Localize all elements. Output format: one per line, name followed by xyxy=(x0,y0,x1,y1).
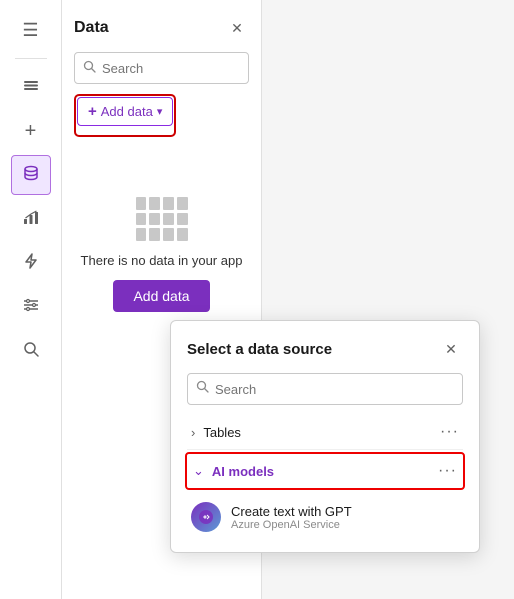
ai-models-source-item[interactable]: ⌄ AI models ··· xyxy=(185,452,465,490)
select-data-source-dialog: Select a data source ✕ › Tables ··· ⌄ xyxy=(170,320,480,553)
ai-models-label: AI models xyxy=(212,464,274,479)
empty-state: There is no data in your app Add data xyxy=(74,197,249,312)
grid-icon xyxy=(136,197,188,241)
menu-icon: ☰ xyxy=(22,20,38,41)
search-icon xyxy=(196,380,209,398)
sidebar-divider xyxy=(15,58,47,59)
empty-state-text: There is no data in your app xyxy=(81,253,243,268)
create-text-gpt-item[interactable]: Create text with GPT Azure OpenAI Servic… xyxy=(187,492,463,536)
database-icon xyxy=(21,163,41,188)
tables-more-icon[interactable]: ··· xyxy=(440,423,459,441)
sidebar-item-add[interactable]: + xyxy=(11,111,51,151)
add-data-label: Add data xyxy=(101,104,153,119)
close-icon: ✕ xyxy=(231,20,243,37)
tables-source-left: › Tables xyxy=(191,425,241,440)
dialog-title: Select a data source xyxy=(187,341,332,358)
gpt-icon xyxy=(191,502,221,532)
add-data-purple-button[interactable]: Add data xyxy=(113,280,209,312)
sidebar-item-search[interactable] xyxy=(11,331,51,371)
dialog-search-box[interactable] xyxy=(187,373,463,405)
sidebar: ☰ + xyxy=(0,0,62,599)
gpt-item-text: Create text with GPT Azure OpenAI Servic… xyxy=(231,504,352,531)
add-icon: + xyxy=(25,120,37,143)
close-icon: ✕ xyxy=(445,341,457,358)
gpt-item-title: Create text with GPT xyxy=(231,504,352,519)
dialog-header: Select a data source ✕ xyxy=(187,337,463,361)
lightning-icon xyxy=(21,251,41,276)
tables-label: Tables xyxy=(203,425,241,440)
search-icon xyxy=(22,340,40,363)
chevron-right-icon: › xyxy=(191,425,195,440)
chevron-down-icon: ⌄ xyxy=(193,463,204,479)
data-search-input[interactable] xyxy=(102,61,278,76)
gpt-item-subtitle: Azure OpenAI Service xyxy=(231,519,352,531)
dialog-close-button[interactable]: ✕ xyxy=(439,337,463,361)
panel-header: Data ✕ xyxy=(74,16,249,40)
search-icon xyxy=(83,60,96,76)
sidebar-item-settings[interactable] xyxy=(11,287,51,327)
sidebar-item-layers[interactable] xyxy=(11,67,51,107)
dialog-search-input[interactable] xyxy=(215,382,454,397)
layers-icon xyxy=(21,75,41,100)
ai-models-source-left: ⌄ AI models xyxy=(193,463,274,479)
chevron-down-icon: ▾ xyxy=(157,105,163,118)
panel-title: Data xyxy=(74,19,109,37)
plus-icon: + xyxy=(88,103,97,120)
tables-source-item[interactable]: › Tables ··· xyxy=(187,415,463,450)
sidebar-item-chart[interactable] xyxy=(11,199,51,239)
sidebar-item-lightning[interactable] xyxy=(11,243,51,283)
ai-models-more-icon[interactable]: ··· xyxy=(438,462,457,480)
data-source-list: › Tables ··· ⌄ AI models ··· xyxy=(187,415,463,536)
sidebar-item-database[interactable] xyxy=(11,155,51,195)
settings-icon xyxy=(21,295,41,320)
add-data-button[interactable]: + Add data ▾ xyxy=(77,97,173,126)
panel-close-button[interactable]: ✕ xyxy=(225,16,249,40)
sidebar-item-menu[interactable]: ☰ xyxy=(11,10,51,50)
chart-icon xyxy=(21,207,41,232)
data-search-box[interactable] xyxy=(74,52,249,84)
